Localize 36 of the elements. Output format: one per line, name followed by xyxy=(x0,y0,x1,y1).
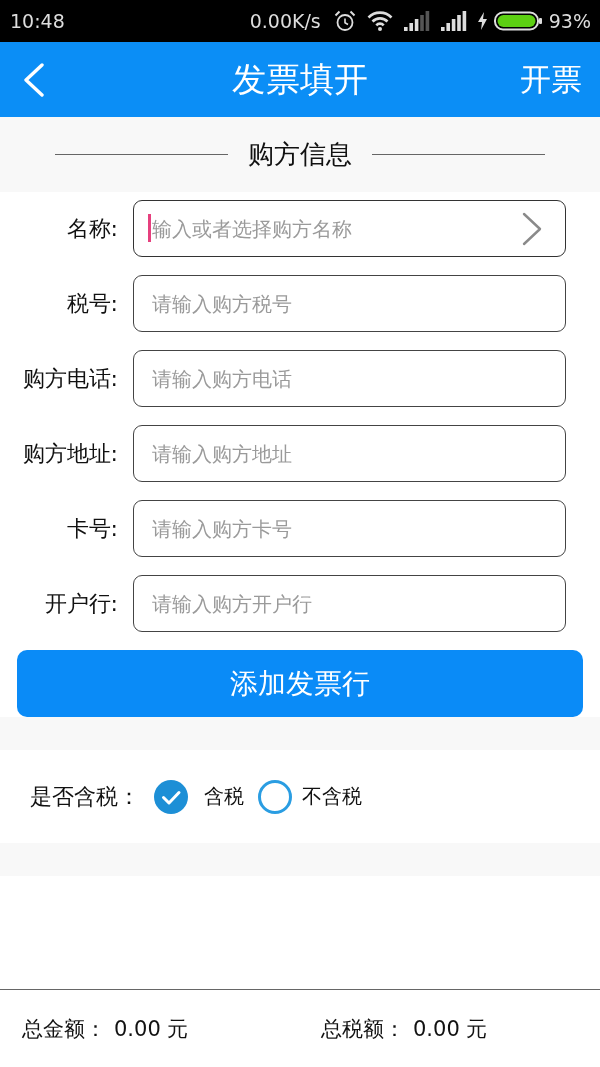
signal-icon xyxy=(440,11,467,31)
alarm-clock-icon xyxy=(333,10,356,32)
input-field[interactable]: 请输入购方电话 xyxy=(133,350,566,407)
section-title: 购方信息 xyxy=(248,138,352,171)
back-icon[interactable] xyxy=(22,62,44,97)
charging-bolt-icon xyxy=(477,12,487,30)
signal-icon xyxy=(403,11,430,31)
field-label: 购方电话: xyxy=(21,364,118,393)
screen-title: 发票填开 xyxy=(232,57,368,101)
radio-unchecked-icon[interactable] xyxy=(258,779,292,814)
battery-percent: 93% xyxy=(548,10,591,32)
input-field[interactable]: 输入或者选择购方名称 xyxy=(133,200,566,257)
field-label: 名称: xyxy=(65,214,118,243)
network-speed: 0.00K/s xyxy=(249,10,321,32)
total-label: 总税额： xyxy=(321,1015,405,1043)
field-label: 卡号: xyxy=(65,514,118,543)
total-value: 0.00 元 xyxy=(114,1015,189,1043)
field-label: 开户行: xyxy=(43,589,118,618)
field-label: 税号: xyxy=(65,289,118,318)
input-field[interactable]: 请输入购方开户行 xyxy=(133,575,566,632)
input-field[interactable]: 请输入购方地址 xyxy=(133,425,566,482)
chevron-right-icon[interactable] xyxy=(522,212,542,246)
input-field[interactable]: 请输入购方卡号 xyxy=(133,500,566,557)
radio-checked-icon[interactable] xyxy=(154,779,188,814)
issue-invoice-button[interactable]: 开票 xyxy=(518,56,584,103)
wifi-icon xyxy=(366,11,393,31)
field-label: 购方地址: xyxy=(21,439,118,468)
input-field[interactable]: 请输入购方税号 xyxy=(133,275,566,332)
radio-label: 不含税 xyxy=(302,783,362,810)
total-label: 总金额： xyxy=(22,1015,106,1043)
tax-option-label: 是否含税： xyxy=(30,782,140,811)
radio-label: 含税 xyxy=(204,783,244,810)
add-invoice-line-button[interactable]: 添加发票行 xyxy=(17,650,583,717)
battery-icon xyxy=(493,11,542,31)
total-value: 0.00 元 xyxy=(413,1015,488,1043)
status-time: 10:48 xyxy=(10,10,65,32)
